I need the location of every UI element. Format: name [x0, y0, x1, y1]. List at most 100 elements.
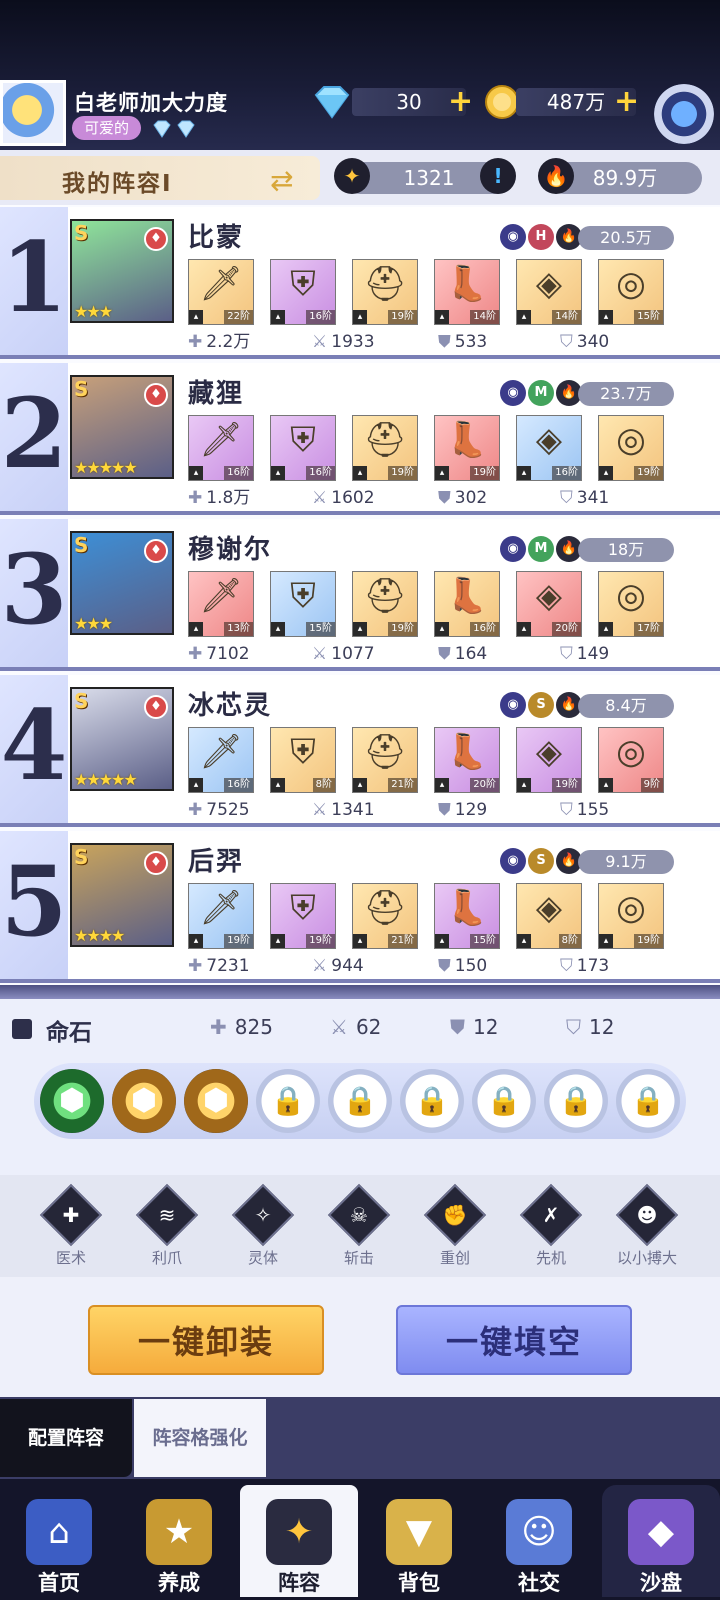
- ring-slot[interactable]: ◎ ▴ 17阶: [598, 571, 664, 637]
- skill-heavy-strike[interactable]: ✊ 重创: [414, 1183, 496, 1268]
- hero-row[interactable]: 5 S ♦ ★★★★ 后羿 ◉ S 🔥 9.1万 🗡 ▴ 19阶 ⛨ ▴ 19阶 ⛑ ▴…: [0, 831, 720, 983]
- nav-home[interactable]: ⌂ 首页: [0, 1485, 118, 1597]
- nav-bag[interactable]: ▼ 背包: [360, 1485, 478, 1597]
- hero-row[interactable]: 3 S ♦ ★★★ 穆谢尔 ◉ M 🔥 18万 🗡 ▴ 13阶 ⛨ ▴ 15阶 ⛑ ▴ …: [0, 519, 720, 671]
- slot-type-icon: ▴: [435, 310, 449, 324]
- skill-claw[interactable]: ≋ 利爪: [126, 1183, 208, 1268]
- locked-slot-lock-icon[interactable]: 🔒: [400, 1069, 464, 1133]
- nav-label: 沙盘: [640, 1571, 682, 1595]
- rank-column: 3: [0, 519, 68, 667]
- nav-lineup[interactable]: ✦ 阵容: [240, 1485, 358, 1597]
- nav-sandbox[interactable]: ◆ 沙盘: [602, 1485, 720, 1597]
- weapon-slot[interactable]: 🗡 ▴ 13阶: [188, 571, 254, 637]
- armor-slot[interactable]: ⛨ ▴ 15阶: [270, 571, 336, 637]
- hero-list: 1 S ♦ ★★★ 比蒙 ◉ H 🔥 20.5万 🗡 ▴ 22阶 ⛨ ▴ 16阶 ⛑ ▴…: [0, 205, 720, 985]
- equip-level: 8阶: [312, 778, 335, 792]
- hero-stat-value: 341: [576, 488, 610, 508]
- skill-slash[interactable]: ☠ 斩击: [318, 1183, 400, 1268]
- locked-slot-lock-icon[interactable]: 🔒: [616, 1069, 680, 1133]
- amulet-slot[interactable]: ◈ ▴ 16阶: [516, 415, 582, 481]
- locked-slot-lock-icon[interactable]: 🔒: [328, 1069, 392, 1133]
- locked-slot-lock-icon[interactable]: 🔒: [472, 1069, 536, 1133]
- hero-portrait[interactable]: S ♦ ★★★★: [70, 843, 174, 947]
- hero-portrait[interactable]: S ♦ ★★★: [70, 219, 174, 323]
- hero-power: 18万: [607, 540, 645, 559]
- boots-slot[interactable]: 👢 ▴ 15阶: [434, 883, 500, 949]
- ring-slot[interactable]: ◎ ▴ 9阶: [598, 727, 664, 793]
- diamond-icon: [153, 120, 171, 138]
- skill-spirit[interactable]: ✧ 灵体: [222, 1183, 304, 1268]
- add-gold-button[interactable]: +: [614, 87, 639, 117]
- armor-slot[interactable]: ⛨ ▴ 16阶: [270, 259, 336, 325]
- nav-social[interactable]: ☺ 社交: [480, 1485, 598, 1597]
- boots-slot[interactable]: 👢 ▴ 20阶: [434, 727, 500, 793]
- helmet-slot[interactable]: ⛑ ▴ 21阶: [352, 727, 418, 793]
- hero-stat: ⚔ 1602: [312, 487, 375, 509]
- hero-power: 23.7万: [600, 384, 652, 403]
- hero-portrait[interactable]: S ♦ ★★★★★: [70, 375, 174, 479]
- helmet-slot[interactable]: ⛑ ▴ 21阶: [352, 883, 418, 949]
- rank-number: 4: [0, 689, 68, 802]
- helmet-slot[interactable]: ⛑ ▴ 19阶: [352, 259, 418, 325]
- fate-stone-slot-green[interactable]: ⬢: [40, 1069, 104, 1133]
- weapon-slot[interactable]: 🗡 ▴ 16阶: [188, 415, 254, 481]
- hero-stat-value: 1.8万: [206, 488, 251, 508]
- settings-gear-icon[interactable]: [654, 84, 714, 144]
- ring-slot[interactable]: ◎ ▴ 19阶: [598, 415, 664, 481]
- amulet-slot[interactable]: ◈ ▴ 8阶: [516, 883, 582, 949]
- weapon-slot[interactable]: 🗡 ▴ 16阶: [188, 727, 254, 793]
- ring-icon: ◎: [616, 420, 646, 460]
- info-icon[interactable]: !: [480, 158, 516, 194]
- bag-icon: ▼: [386, 1499, 452, 1565]
- hp-icon: ✚: [210, 1015, 227, 1039]
- hero-row[interactable]: 4 S ♦ ★★★★★ 冰芯灵 ◉ S 🔥 8.4万 🗡 ▴ 16阶 ⛨ ▴ 8阶 ⛑ …: [0, 675, 720, 827]
- sword-icon: 🗡: [199, 888, 243, 928]
- locked-slot-lock-icon[interactable]: 🔒: [256, 1069, 320, 1133]
- locked-slot-lock-icon[interactable]: 🔒: [544, 1069, 608, 1133]
- slot-type-icon: ▴: [599, 466, 613, 480]
- element-icon: ◉: [500, 536, 526, 562]
- skill-underdog[interactable]: ☻ 以小搏大: [606, 1183, 688, 1268]
- hero-portrait[interactable]: S ♦ ★★★: [70, 531, 174, 635]
- boots-slot[interactable]: 👢 ▴ 19阶: [434, 415, 500, 481]
- skill-initiative[interactable]: ✗ 先机: [510, 1183, 592, 1268]
- fill-all-button[interactable]: 一键填空: [396, 1305, 632, 1375]
- player-avatar[interactable]: [0, 80, 66, 146]
- nav-develop[interactable]: ★ 养成: [120, 1485, 238, 1597]
- hero-stat-value: 155: [576, 800, 610, 820]
- slot-type-icon: ▴: [271, 622, 285, 636]
- amulet-slot[interactable]: ◈ ▴ 20阶: [516, 571, 582, 637]
- armor-slot[interactable]: ⛨ ▴ 8阶: [270, 727, 336, 793]
- ring-icon: ◎: [616, 732, 646, 772]
- skill-medicine[interactable]: ✚ 医术: [30, 1183, 112, 1268]
- weapon-slot[interactable]: 🗡 ▴ 22阶: [188, 259, 254, 325]
- ring-slot[interactable]: ◎ ▴ 19阶: [598, 883, 664, 949]
- hero-row[interactable]: 2 S ♦ ★★★★★ 藏狸 ◉ M 🔥 23.7万 🗡 ▴ 16阶 ⛨ ▴ 16阶 ⛑…: [0, 363, 720, 515]
- tab-enhance-slots[interactable]: 阵容格强化: [134, 1399, 266, 1477]
- ring-slot[interactable]: ◎ ▴ 15阶: [598, 259, 664, 325]
- unequip-all-button[interactable]: 一键卸装: [88, 1305, 324, 1375]
- rarity-s-badge: S: [74, 221, 89, 245]
- boots-slot[interactable]: 👢 ▴ 14阶: [434, 259, 500, 325]
- swap-icon[interactable]: ⇄: [270, 164, 293, 197]
- add-diamonds-button[interactable]: +: [448, 87, 473, 117]
- armor-slot[interactable]: ⛨ ▴ 16阶: [270, 415, 336, 481]
- lineup-selector[interactable]: 我的阵容Ⅰ ⇄: [0, 156, 320, 200]
- amulet-slot[interactable]: ◈ ▴ 19阶: [516, 727, 582, 793]
- section-divider: [0, 985, 720, 999]
- fate-stone-slot-gold[interactable]: ⬢: [112, 1069, 176, 1133]
- hp-icon: ✚: [188, 644, 203, 664]
- hero-power-pill: 9.1万: [578, 850, 674, 874]
- armor-slot[interactable]: ⛨ ▴ 19阶: [270, 883, 336, 949]
- boots-slot[interactable]: 👢 ▴ 16阶: [434, 571, 500, 637]
- helmet-slot[interactable]: ⛑ ▴ 19阶: [352, 415, 418, 481]
- helmet-slot[interactable]: ⛑ ▴ 19阶: [352, 571, 418, 637]
- hero-stat: ⚔ 944: [312, 955, 364, 977]
- slash-skull-icon: ☠: [327, 1183, 391, 1247]
- hero-portrait[interactable]: S ♦ ★★★★★: [70, 687, 174, 791]
- tab-configure-lineup[interactable]: 配置阵容: [0, 1399, 132, 1477]
- fate-stone-slot-gold[interactable]: ⬢: [184, 1069, 248, 1133]
- weapon-slot[interactable]: 🗡 ▴ 19阶: [188, 883, 254, 949]
- amulet-slot[interactable]: ◈ ▴ 14阶: [516, 259, 582, 325]
- hero-row[interactable]: 1 S ♦ ★★★ 比蒙 ◉ H 🔥 20.5万 🗡 ▴ 22阶 ⛨ ▴ 16阶 ⛑ ▴…: [0, 207, 720, 359]
